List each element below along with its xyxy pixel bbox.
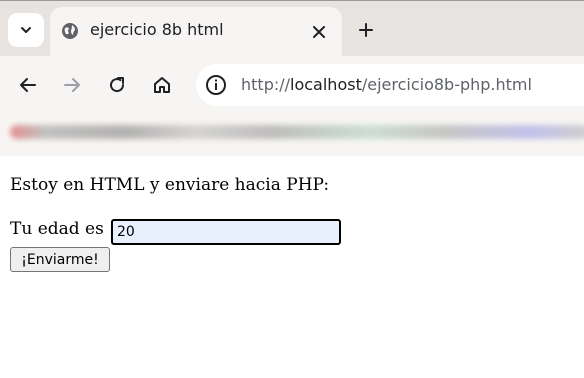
blurred-bookmarks — [10, 125, 584, 139]
close-icon — [313, 26, 325, 38]
url-scheme: http:// — [241, 75, 291, 94]
tab-list-button[interactable] — [8, 13, 44, 47]
tab-close-button[interactable] — [310, 23, 328, 41]
tab-title: ejercicio 8b html — [90, 20, 224, 39]
address-bar[interactable]: http://localhost/ejercicio8b-php.html — [196, 64, 584, 106]
home-button[interactable] — [149, 72, 175, 98]
browser-toolbar: http://localhost/ejercicio8b-php.html — [0, 56, 584, 116]
age-label: Tu edad es : — [10, 219, 115, 239]
forward-arrow-icon — [64, 78, 80, 92]
browser-tab[interactable]: ejercicio 8b html — [50, 7, 342, 57]
home-icon — [154, 77, 170, 93]
url-path: /ejercicio8b-php.html — [361, 75, 532, 94]
url-text: http://localhost/ejercicio8b-php.html — [241, 75, 532, 94]
reload-button[interactable] — [104, 72, 130, 98]
info-icon[interactable] — [205, 74, 227, 96]
new-tab-button[interactable] — [354, 18, 378, 42]
page-content: Estoy en HTML y enviare hacia PHP: Tu ed… — [0, 156, 584, 378]
forward-button[interactable] — [59, 72, 85, 98]
submit-button[interactable]: ¡Enviarme! — [10, 247, 110, 272]
back-arrow-icon — [20, 78, 36, 92]
chevron-down-icon — [21, 27, 31, 33]
back-button[interactable] — [15, 72, 41, 98]
tab-strip: ejercicio 8b html — [0, 0, 584, 57]
bookmarks-bar — [0, 116, 584, 156]
age-input[interactable] — [111, 219, 341, 245]
url-host: localhost — [290, 75, 362, 94]
reload-icon — [110, 77, 125, 93]
globe-icon — [62, 23, 78, 39]
plus-icon — [359, 23, 373, 37]
intro-text: Estoy en HTML y enviare hacia PHP: — [10, 175, 330, 195]
